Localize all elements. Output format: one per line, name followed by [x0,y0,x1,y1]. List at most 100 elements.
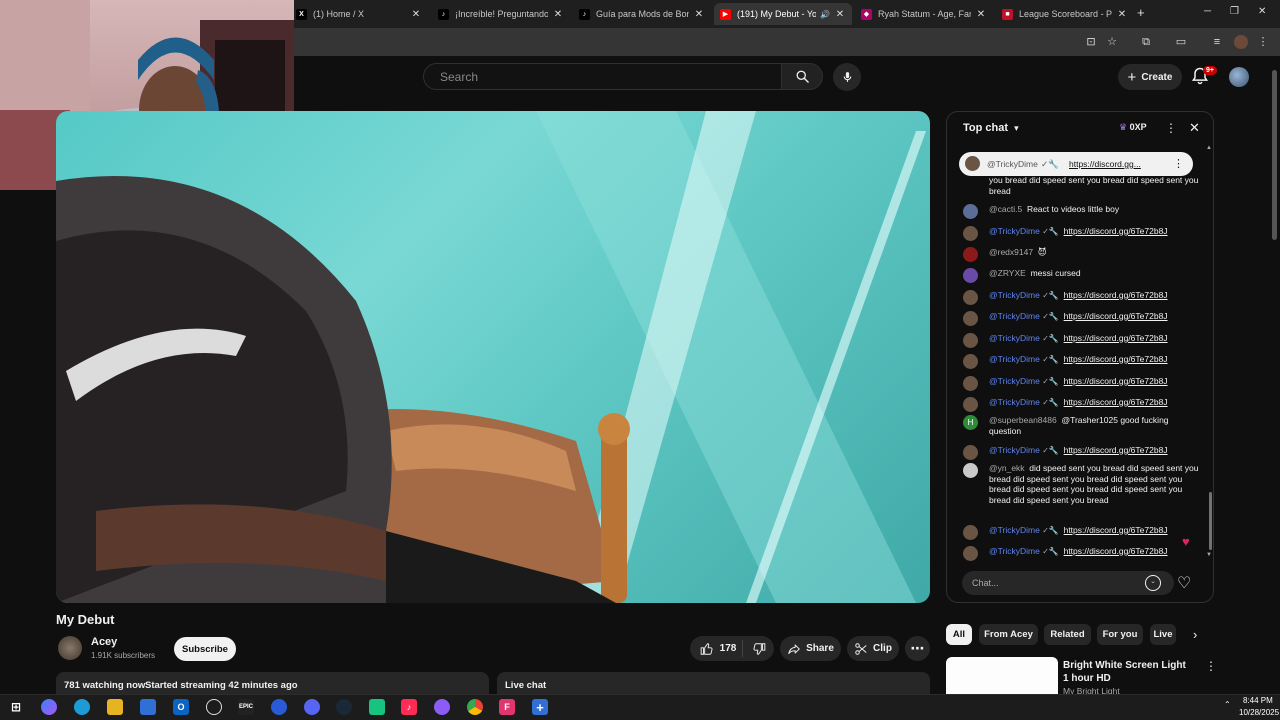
app-tf-icon[interactable]: F [499,699,515,715]
tab-close-icon[interactable]: ✕ [975,9,987,20]
new-app-icon[interactable]: + [532,699,548,715]
tab-x[interactable]: X (1) Home / X ✕ [290,3,428,25]
chat-options-icon[interactable]: ⋮ [1165,121,1177,135]
page-scrollbar[interactable] [1272,70,1277,240]
voice-search-button[interactable] [833,63,861,91]
steam-like-icon[interactable] [206,699,222,715]
account-avatar[interactable] [1229,67,1249,87]
chip-live[interactable]: Live [1150,624,1176,645]
media-app-icon[interactable] [434,699,450,715]
scroll-down-icon[interactable]: ▼ [1206,552,1212,558]
create-button[interactable]: + Create [1118,64,1182,90]
chat-link[interactable]: https://discord.gg/6Te72b8J [1064,546,1168,556]
cast-icon[interactable]: ▭ [1174,35,1188,49]
xp-badge[interactable]: ♛ 0XP [1119,122,1147,133]
chat-author[interactable]: @TrickyDime [989,376,1040,386]
chat-author[interactable]: @TrickyDime [989,445,1040,455]
extensions-icon[interactable]: ⧉ [1139,35,1153,49]
chat-link[interactable]: https://discord.gg/6Te72b8J [1064,290,1168,300]
subscribe-button[interactable]: Subscribe [174,637,236,661]
app-icon[interactable] [271,699,287,715]
tab-league[interactable]: ■ League Scoreboard - PG L ✕ [996,3,1134,25]
emoji-icon[interactable]: ᵕ [1145,575,1161,591]
chat-author[interactable]: @ZRYXE [989,268,1026,278]
taskbar-overflow-icon[interactable]: ⌃ [1224,700,1231,709]
window-close-icon[interactable]: ✕ [1258,6,1266,17]
chat-link[interactable]: https://discord.gg/6Te72b8J [1064,376,1168,386]
chat-scrollbar[interactable] [1209,492,1212,550]
tab-youtube[interactable]: ▶ (191) My Debut - YouT 🔊 ✕ [714,3,852,25]
outlook-icon[interactable]: O [173,699,189,715]
chat-link[interactable]: https://discord.gg/6Te72b8J [1064,397,1168,407]
reading-list-icon[interactable]: ≡ [1210,35,1224,49]
chat-mode-dropdown[interactable]: Top chat ▾ [963,122,1019,134]
chat-input[interactable] [972,571,1142,595]
steam-icon[interactable] [336,699,352,715]
chat-author[interactable]: @TrickyDime [989,525,1040,535]
pinned-message[interactable]: @TrickyDime ✓🔧 https://discord.gg... ⋮ [959,152,1193,176]
tab-close-icon[interactable]: ✕ [1116,9,1128,20]
chip-for-you[interactable]: For you [1097,624,1143,645]
pinned-options-icon[interactable]: ⋮ [1173,157,1184,170]
like-button[interactable]: 178 [696,636,740,661]
chat-author[interactable]: @TrickyDime [989,546,1040,556]
chat-link[interactable]: https://discord.gg/6Te72b8J [1064,311,1168,321]
description-box[interactable]: 781 watching now Started streaming 42 mi… [56,672,489,694]
chat-link[interactable]: https://discord.gg/6Te72b8J [1064,333,1168,343]
video-player[interactable] [56,111,930,603]
chat-author[interactable]: @TrickyDime [989,226,1040,236]
install-app-icon[interactable]: ⊡ [1084,35,1098,49]
restore-icon[interactable]: ❐ [1230,6,1239,17]
chat-author[interactable]: @TrickyDime [989,290,1040,300]
chat-link[interactable]: https://discord.gg/6Te72b8J [1064,525,1168,535]
dislike-button[interactable] [746,636,772,661]
chat-link[interactable]: https://discord.gg/6Te72b8J [1064,226,1168,236]
chat-author[interactable]: @yn_ekk [989,463,1025,473]
new-tab-button[interactable]: + [1137,5,1145,20]
chat-link[interactable]: https://discord.gg/6Te72b8J [1064,354,1168,364]
chip-related[interactable]: Related [1044,624,1091,645]
chip-all[interactable]: All [946,624,972,645]
store-icon[interactable] [140,699,156,715]
tab-tiktok-1[interactable]: ♪ ¡Increíble! Preguntando a ✕ [432,3,570,25]
chat-author[interactable]: @TrickyDime [989,354,1040,364]
recommendation-thumbnail[interactable] [946,657,1058,697]
channel-name[interactable]: Acey [91,636,117,648]
xbox-app-icon[interactable] [369,699,385,715]
recommendation-options-icon[interactable]: ⋮ [1205,659,1217,673]
bookmark-star-icon[interactable]: ☆ [1105,35,1119,49]
tab-close-icon[interactable]: ✕ [834,9,846,20]
clock-date[interactable]: 10/28/2025 [1239,708,1279,717]
heart-icon[interactable]: ♡ [1177,573,1191,593]
scroll-up-icon[interactable]: ▲ [1206,145,1212,151]
discord-icon[interactable] [304,699,320,715]
pinned-link[interactable]: https://discord.gg... [1069,159,1141,169]
more-actions-button[interactable]: ⋯ [905,636,930,661]
chat-author[interactable]: @superbean8486 [989,415,1057,425]
chat-link[interactable]: https://discord.gg/6Te72b8J [1064,445,1168,455]
profile-avatar-icon[interactable] [1234,35,1248,49]
tab-close-icon[interactable]: ✕ [410,9,422,20]
edge-icon[interactable] [74,699,90,715]
tab-close-icon[interactable]: ✕ [552,9,564,20]
chip-from-channel[interactable]: From Acey [979,624,1038,645]
copilot-icon[interactable] [41,699,57,715]
recommendation-title[interactable]: Bright White Screen Light 1 hour HD [1063,659,1193,685]
chat-author[interactable]: @TrickyDime [989,397,1040,407]
tiktok-app-icon[interactable]: ♪ [401,699,417,715]
chevron-right-icon[interactable]: › [1193,627,1197,642]
chat-author[interactable]: @redx9147 [989,247,1033,257]
file-explorer-icon[interactable] [107,699,123,715]
channel-avatar[interactable] [58,636,82,660]
tab-ryah[interactable]: ◆ Ryah Statum - Age, Family ✕ [855,3,993,25]
epic-games-icon[interactable]: EPIC [238,699,254,715]
speaker-icon[interactable]: 🔊 [820,10,830,19]
minimize-icon[interactable]: ─ [1204,6,1211,17]
search-button[interactable] [781,63,823,90]
close-chat-icon[interactable]: ✕ [1189,120,1200,136]
tab-close-icon[interactable]: ✕ [693,9,705,20]
share-button[interactable]: Share [780,636,841,661]
tab-tiktok-2[interactable]: ♪ Guía para Mods de Bonela ✕ [573,3,711,25]
chat-author[interactable]: @TrickyDime [989,333,1040,343]
clock-time[interactable]: 8:44 PM [1243,696,1273,705]
